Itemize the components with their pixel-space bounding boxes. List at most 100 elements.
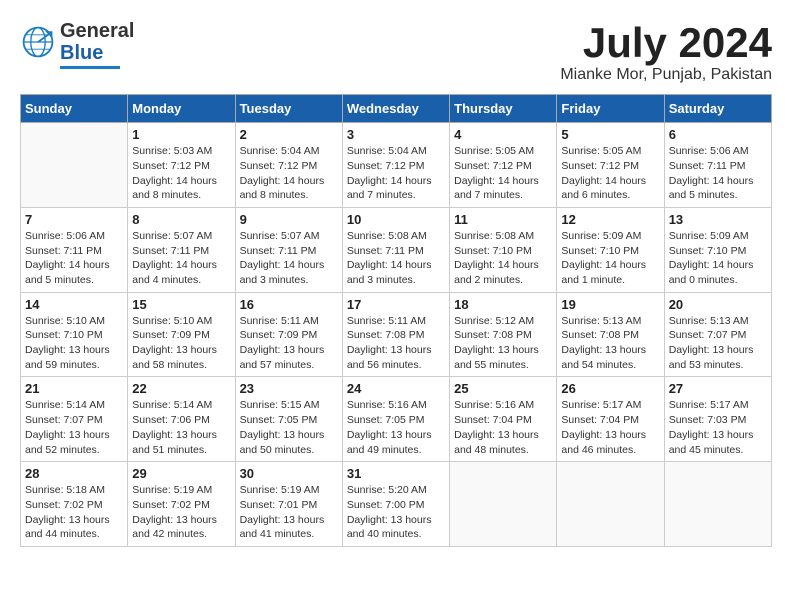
day-info: Sunrise: 5:17 AMSunset: 7:04 PMDaylight:… <box>561 398 659 457</box>
day-cell: 16 Sunrise: 5:11 AMSunset: 7:09 PMDayligh… <box>235 292 342 377</box>
location-title: Mianke Mor, Punjab, Pakistan <box>560 66 772 84</box>
day-info: Sunrise: 5:16 AMSunset: 7:05 PMDaylight:… <box>347 398 445 457</box>
day-cell: 14Sunrise: 5:10 AMSunset: 7:10 PMDayligh… <box>21 292 128 377</box>
day-number: 20 <box>669 297 767 312</box>
day-info: Sunrise: 5:11 AMSunset: 7:09 PMDaylight:… <box>240 314 338 373</box>
day-info: Sunrise: 5:20 AMSunset: 7:00 PMDaylight:… <box>347 483 445 542</box>
day-info: Sunrise: 5:13 AMSunset: 7:08 PMDaylight:… <box>561 314 659 373</box>
day-info: Sunrise: 5:19 AMSunset: 7:01 PMDaylight:… <box>240 483 338 542</box>
day-number: 31 <box>347 466 445 481</box>
month-title: July 2024 <box>560 20 772 66</box>
calendar-header-row: SundayMondayTuesdayWednesdayThursdayFrid… <box>21 95 772 123</box>
day-number: 5 <box>561 127 659 142</box>
day-cell: 13 Sunrise: 5:09 AMSunset: 7:10 PMDayligh… <box>664 207 771 292</box>
week-row-4: 21 Sunrise: 5:14 AMSunset: 7:07 PMDayligh… <box>21 377 772 462</box>
col-header-sunday: Sunday <box>21 95 128 123</box>
day-info: Sunrise: 5:05 AMSunset: 7:12 PMDaylight:… <box>561 144 659 203</box>
title-block: July 2024 Mianke Mor, Punjab, Pakistan <box>560 20 772 84</box>
day-cell: 8 Sunrise: 5:07 AMSunset: 7:11 PMDaylight… <box>128 207 235 292</box>
day-number: 18 <box>454 297 552 312</box>
day-number: 27 <box>669 381 767 396</box>
week-row-5: 28Sunrise: 5:18 AMSunset: 7:02 PMDayligh… <box>21 462 772 547</box>
week-row-1: 1Sunrise: 5:03 AMSunset: 7:12 PMDaylight… <box>21 123 772 208</box>
day-cell <box>557 462 664 547</box>
day-cell: 7 Sunrise: 5:06 AMSunset: 7:11 PMDaylight… <box>21 207 128 292</box>
logo-line1: General <box>60 20 134 42</box>
day-cell: 29 Sunrise: 5:19 AMSunset: 7:02 PMDayligh… <box>128 462 235 547</box>
day-cell: 12 Sunrise: 5:09 AMSunset: 7:10 PMDayligh… <box>557 207 664 292</box>
day-info: Sunrise: 5:17 AMSunset: 7:03 PMDaylight:… <box>669 398 767 457</box>
day-cell: 30 Sunrise: 5:19 AMSunset: 7:01 PMDayligh… <box>235 462 342 547</box>
day-number: 11 <box>454 212 552 227</box>
day-info: Sunrise: 5:12 AMSunset: 7:08 PMDaylight:… <box>454 314 552 373</box>
day-number: 24 <box>347 381 445 396</box>
day-info: Sunrise: 5:10 AMSunset: 7:10 PMDaylight:… <box>25 314 123 373</box>
day-number: 26 <box>561 381 659 396</box>
logo-icon <box>20 24 56 65</box>
day-number: 4 <box>454 127 552 142</box>
day-cell: 18 Sunrise: 5:12 AMSunset: 7:08 PMDayligh… <box>450 292 557 377</box>
logo-text-block: General Blue <box>60 20 134 69</box>
logo-line2: Blue <box>60 42 103 64</box>
day-info: Sunrise: 5:15 AMSunset: 7:05 PMDaylight:… <box>240 398 338 457</box>
day-info: Sunrise: 5:16 AMSunset: 7:04 PMDaylight:… <box>454 398 552 457</box>
day-number: 17 <box>347 297 445 312</box>
day-info: Sunrise: 5:18 AMSunset: 7:02 PMDaylight:… <box>25 483 123 542</box>
day-cell: 24 Sunrise: 5:16 AMSunset: 7:05 PMDayligh… <box>342 377 449 462</box>
day-info: Sunrise: 5:07 AMSunset: 7:11 PMDaylight:… <box>240 229 338 288</box>
col-header-saturday: Saturday <box>664 95 771 123</box>
day-info: Sunrise: 5:09 AMSunset: 7:10 PMDaylight:… <box>561 229 659 288</box>
day-cell: 17 Sunrise: 5:11 AMSunset: 7:08 PMDayligh… <box>342 292 449 377</box>
day-cell: 1Sunrise: 5:03 AMSunset: 7:12 PMDaylight… <box>128 123 235 208</box>
day-cell: 4Sunrise: 5:05 AMSunset: 7:12 PMDaylight… <box>450 123 557 208</box>
logo-blue-text: Blue <box>60 42 103 64</box>
day-number: 22 <box>132 381 230 396</box>
day-cell <box>450 462 557 547</box>
day-number: 2 <box>240 127 338 142</box>
day-cell: 27 Sunrise: 5:17 AMSunset: 7:03 PMDayligh… <box>664 377 771 462</box>
day-info: Sunrise: 5:06 AMSunset: 7:11 PMDaylight:… <box>25 229 123 288</box>
day-info: Sunrise: 5:04 AMSunset: 7:12 PMDaylight:… <box>347 144 445 203</box>
day-number: 25 <box>454 381 552 396</box>
week-row-2: 7 Sunrise: 5:06 AMSunset: 7:11 PMDaylight… <box>21 207 772 292</box>
col-header-friday: Friday <box>557 95 664 123</box>
day-number: 8 <box>132 212 230 227</box>
logo-underline <box>60 66 120 69</box>
day-number: 16 <box>240 297 338 312</box>
day-info: Sunrise: 5:14 AMSunset: 7:06 PMDaylight:… <box>132 398 230 457</box>
day-cell: 23 Sunrise: 5:15 AMSunset: 7:05 PMDayligh… <box>235 377 342 462</box>
col-header-thursday: Thursday <box>450 95 557 123</box>
day-info: Sunrise: 5:19 AMSunset: 7:02 PMDaylight:… <box>132 483 230 542</box>
day-cell: 19Sunrise: 5:13 AMSunset: 7:08 PMDayligh… <box>557 292 664 377</box>
day-info: Sunrise: 5:13 AMSunset: 7:07 PMDaylight:… <box>669 314 767 373</box>
day-number: 23 <box>240 381 338 396</box>
day-number: 6 <box>669 127 767 142</box>
day-number: 3 <box>347 127 445 142</box>
day-number: 12 <box>561 212 659 227</box>
day-info: Sunrise: 5:11 AMSunset: 7:08 PMDaylight:… <box>347 314 445 373</box>
day-info: Sunrise: 5:10 AMSunset: 7:09 PMDaylight:… <box>132 314 230 373</box>
day-number: 21 <box>25 381 123 396</box>
day-cell: 26 Sunrise: 5:17 AMSunset: 7:04 PMDayligh… <box>557 377 664 462</box>
day-info: Sunrise: 5:14 AMSunset: 7:07 PMDaylight:… <box>25 398 123 457</box>
day-number: 10 <box>347 212 445 227</box>
day-number: 9 <box>240 212 338 227</box>
day-number: 7 <box>25 212 123 227</box>
day-info: Sunrise: 5:03 AMSunset: 7:12 PMDaylight:… <box>132 144 230 203</box>
day-number: 30 <box>240 466 338 481</box>
day-cell <box>664 462 771 547</box>
day-number: 29 <box>132 466 230 481</box>
day-info: Sunrise: 5:07 AMSunset: 7:11 PMDaylight:… <box>132 229 230 288</box>
day-cell: 21 Sunrise: 5:14 AMSunset: 7:07 PMDayligh… <box>21 377 128 462</box>
day-info: Sunrise: 5:08 AMSunset: 7:10 PMDaylight:… <box>454 229 552 288</box>
day-number: 13 <box>669 212 767 227</box>
day-cell: 3 Sunrise: 5:04 AMSunset: 7:12 PMDaylight… <box>342 123 449 208</box>
day-cell <box>21 123 128 208</box>
col-header-tuesday: Tuesday <box>235 95 342 123</box>
col-header-monday: Monday <box>128 95 235 123</box>
day-cell: 11 Sunrise: 5:08 AMSunset: 7:10 PMDayligh… <box>450 207 557 292</box>
logo: General Blue <box>20 20 134 69</box>
week-row-3: 14Sunrise: 5:10 AMSunset: 7:10 PMDayligh… <box>21 292 772 377</box>
day-info: Sunrise: 5:09 AMSunset: 7:10 PMDaylight:… <box>669 229 767 288</box>
day-cell: 2Sunrise: 5:04 AMSunset: 7:12 PMDaylight… <box>235 123 342 208</box>
